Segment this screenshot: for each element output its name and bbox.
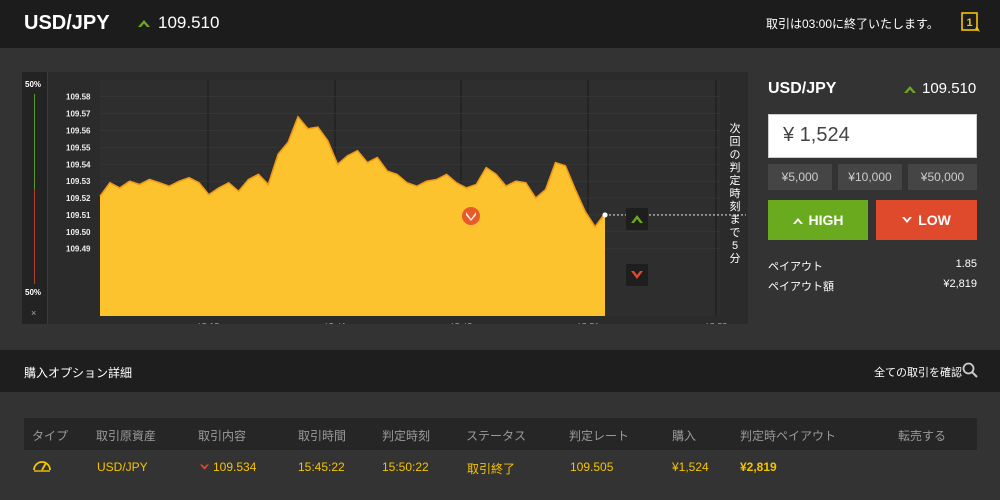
low-button-label: LOW	[918, 212, 951, 228]
gauge-low-percent: 50%	[25, 288, 42, 297]
row-trade-time: 15:45:22	[298, 460, 345, 474]
col-payout: 判定時ペイアウト	[740, 429, 837, 443]
y-tick-label: 109.53	[66, 177, 91, 186]
payout-amount-value: ¥2,819	[943, 278, 977, 290]
header-rate-value: 109.510	[158, 13, 220, 32]
payout-row: ペイアウト 1.85	[768, 258, 977, 274]
x-tick-label: 15:45	[450, 322, 473, 324]
low-marker-icon[interactable]	[626, 264, 648, 286]
purchase-amount-input[interactable]: ¥ 1,524	[768, 114, 977, 158]
current-rate-dot	[602, 212, 608, 218]
trade-rate: 109.510	[904, 80, 976, 97]
section-title: 購入オプション詳細	[24, 366, 133, 380]
rate-up-icon	[138, 20, 150, 27]
preset-5000-button[interactable]: ¥5,000	[768, 164, 832, 190]
y-tick-label: 109.57	[66, 110, 91, 119]
options-table-header: タイプ 取引原資産 取引内容 取引時間 判定時刻 ステータス 判定レート 購入 …	[24, 418, 977, 450]
col-judge-time: 判定時刻	[382, 429, 431, 443]
y-tick-label: 109.55	[66, 143, 91, 152]
trade-pair-title: USD/JPY	[768, 80, 837, 97]
header-pair-title: USD/JPY	[24, 12, 110, 34]
col-status: ステータス	[466, 429, 527, 443]
high-button[interactable]: HIGH	[768, 200, 868, 240]
low-arrow-icon	[902, 216, 913, 223]
y-tick-label: 109.51	[66, 211, 91, 220]
row-judge-rate: 109.505	[570, 460, 614, 474]
confirm-all-trades-link[interactable]: 全ての取引を確認	[874, 364, 962, 380]
x-tick-label: 15:35	[197, 322, 220, 324]
low-button[interactable]: LOW	[876, 200, 977, 240]
search-icon[interactable]	[962, 362, 978, 378]
preset-10000-button[interactable]: ¥10,000	[838, 164, 902, 190]
col-judge-rate: 判定レート	[569, 429, 630, 443]
trading-close-notice: 取引は03:00に終了いたします。	[766, 17, 939, 31]
row-status: 取引終了	[467, 462, 516, 476]
payout-label: ペイアウト	[768, 261, 823, 273]
gauge-high-percent: 50%	[25, 80, 42, 89]
y-tick-label: 109.49	[66, 245, 91, 254]
row-purchase: ¥1,524	[672, 460, 709, 474]
help-guide-icon[interactable]: 1	[961, 12, 981, 34]
sentiment-gauge: 50% 50% ×	[22, 72, 48, 324]
entry-marker-icon	[462, 207, 480, 225]
row-payout: ¥2,819	[740, 460, 777, 474]
rate-up-icon	[904, 85, 916, 93]
low-arrow-icon	[200, 464, 209, 470]
col-purchase: 購入	[672, 429, 697, 443]
gauge-type-icon	[33, 461, 51, 472]
y-tick-label: 109.56	[66, 126, 91, 135]
x-tick-label: 15:50	[577, 322, 600, 324]
preset-50000-button[interactable]: ¥50,000	[908, 164, 977, 190]
top-bar: USD/JPY 109.510 取引は03:00に終了いたします。 1	[0, 0, 1000, 48]
price-chart: 109.58 109.57 109.56 109.55 109.54 109.53 109.…	[66, 80, 746, 324]
header-rate: 109.510	[138, 13, 219, 33]
y-tick-label: 109.50	[66, 228, 91, 237]
svg-text:1: 1	[966, 17, 972, 29]
trade-panel: USD/JPY 109.510 ¥ 1,524 ¥5,000 ¥10,000 ¥…	[760, 72, 988, 324]
col-asset: 取引原資産	[96, 429, 157, 443]
y-tick-label: 109.54	[66, 160, 91, 169]
y-tick-label: 109.52	[66, 194, 91, 203]
high-button-label: HIGH	[808, 212, 844, 228]
gauge-low-bar	[34, 189, 35, 284]
purchase-amount-value: ¥ 1,524	[783, 124, 850, 146]
row-content-value: 109.534	[213, 460, 257, 474]
row-judge-time: 15:50:22	[382, 460, 429, 474]
x-tick-label: 15:55	[705, 322, 728, 324]
col-resell: 転売する	[898, 429, 947, 443]
trade-rate-value: 109.510	[922, 80, 977, 97]
high-marker-icon[interactable]	[626, 208, 648, 230]
col-type: タイプ	[32, 429, 69, 443]
row-asset: USD/JPY	[97, 460, 148, 474]
countdown-vertical-label: 次回の判定時刻まで 5 分	[730, 121, 741, 265]
col-content: 取引内容	[198, 429, 247, 443]
x-tick-label: 15:40	[324, 322, 347, 324]
gauge-close-icon[interactable]: ×	[31, 308, 36, 318]
row-content: 109.534	[200, 460, 256, 474]
purchased-options-bar: 購入オプション詳細 全ての取引を確認	[0, 350, 1000, 392]
gauge-high-bar	[34, 94, 35, 189]
high-arrow-icon	[792, 217, 803, 224]
col-trade-time: 取引時間	[298, 429, 347, 443]
payout-value: 1.85	[955, 258, 977, 270]
payout-amount-row: ペイアウト額 ¥2,819	[768, 278, 977, 294]
y-tick-label: 109.58	[66, 93, 91, 102]
payout-amount-label: ペイアウト額	[768, 281, 834, 293]
